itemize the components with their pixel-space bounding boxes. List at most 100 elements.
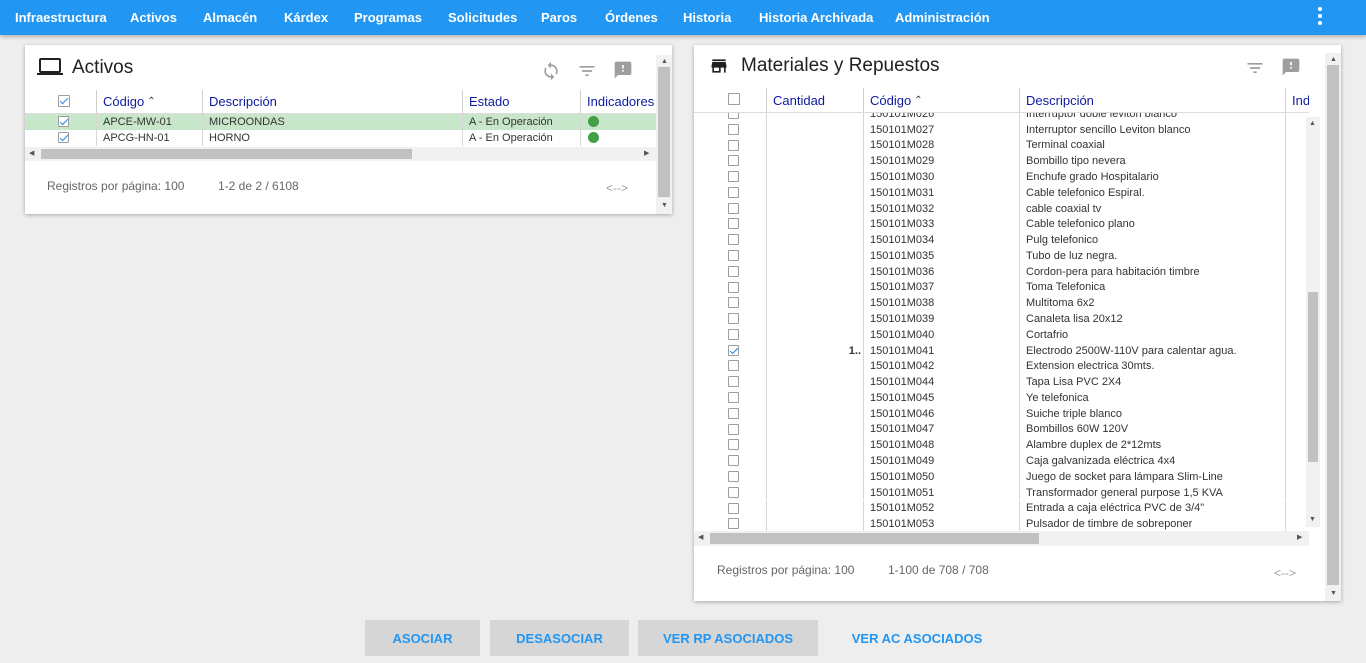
row-checkbox[interactable] bbox=[728, 376, 739, 388]
table-row[interactable]: 150101M042 Extension electrica 30mts. bbox=[694, 358, 1291, 375]
expand-icon[interactable]: <--> bbox=[606, 181, 628, 195]
nav-kardex[interactable]: Kárdex bbox=[284, 0, 328, 35]
materiales-horizontal-scrollbar[interactable]: ◀ ▶ bbox=[694, 531, 1309, 546]
table-row[interactable]: 150101M049 Caja galvanizada eléctrica 4x4 bbox=[694, 453, 1291, 469]
row-checkbox[interactable] bbox=[728, 439, 739, 451]
materiales-inner-vertical-scrollbar[interactable]: ▲ ▼ bbox=[1306, 117, 1320, 527]
row-checkbox[interactable] bbox=[728, 455, 739, 467]
row-checkbox[interactable] bbox=[728, 139, 739, 151]
table-row[interactable]: 150101M046 Suiche triple blanco bbox=[694, 405, 1291, 422]
scroll-down-icon[interactable]: ▼ bbox=[1309, 515, 1316, 525]
row-checkbox[interactable] bbox=[728, 407, 739, 419]
scroll-right-icon[interactable]: ▶ bbox=[1297, 533, 1302, 543]
table-row[interactable]: 150101M044 Tapa Lisa PVC 2X4 bbox=[694, 374, 1291, 391]
activos-vertical-scrollbar[interactable]: ▲ ▼ bbox=[656, 55, 672, 214]
scroll-up-icon[interactable]: ▲ bbox=[1309, 119, 1316, 129]
row-checkbox[interactable] bbox=[58, 116, 69, 127]
materiales-vertical-scrollbar[interactable]: ▲ ▼ bbox=[1325, 53, 1341, 601]
row-checkbox[interactable] bbox=[58, 132, 69, 143]
table-row[interactable]: 150101M026 Interruptor doble leviton bla… bbox=[694, 113, 1291, 122]
nav-historia-archivada[interactable]: Historia Archivada bbox=[759, 0, 873, 35]
table-row[interactable]: 150101M034 Pulg telefonico bbox=[694, 232, 1291, 248]
row-checkbox[interactable] bbox=[728, 423, 739, 435]
table-row[interactable]: 150101M051 Transformador general purpose … bbox=[694, 484, 1291, 501]
ver-ac-asociados-button[interactable]: VER AC ASOCIADOS bbox=[832, 620, 1002, 656]
table-row[interactable]: 150101M033 Cable telefonico plano bbox=[694, 216, 1291, 233]
sync-icon[interactable] bbox=[541, 61, 561, 81]
nav-almacen[interactable]: Almacén bbox=[203, 0, 257, 35]
row-checkbox[interactable] bbox=[728, 123, 739, 135]
table-row[interactable]: 150101M047 Bombillos 60W 120V bbox=[694, 421, 1291, 438]
scrollbar-thumb[interactable] bbox=[710, 533, 1039, 544]
row-checkbox[interactable] bbox=[728, 297, 739, 309]
records-per-page[interactable]: Registros por página: 100 bbox=[47, 179, 184, 193]
table-row[interactable]: 150101M038 Multitoma 6x2 bbox=[694, 295, 1291, 312]
column-header-cantidad[interactable]: Cantidad bbox=[766, 88, 863, 112]
column-header-indicadores[interactable]: Ind bbox=[1285, 88, 1309, 112]
table-row[interactable]: 150101M031 Cable telefonico Espiral. bbox=[694, 184, 1291, 201]
row-checkbox[interactable] bbox=[728, 344, 739, 356]
filter-icon[interactable] bbox=[577, 61, 597, 81]
row-checkbox[interactable] bbox=[728, 313, 739, 325]
asociar-button[interactable]: ASOCIAR bbox=[365, 620, 480, 656]
scrollbar-thumb[interactable] bbox=[1308, 292, 1318, 462]
table-row[interactable]: 1.. 150101M041 Electrodo 2500W-110V para c… bbox=[694, 342, 1291, 359]
row-checkbox[interactable] bbox=[728, 234, 739, 246]
table-row[interactable]: 150101M032 cable coaxial tv bbox=[694, 200, 1291, 217]
column-header-descripcion[interactable]: Descripción bbox=[202, 90, 462, 113]
select-all-checkbox[interactable] bbox=[58, 95, 70, 107]
table-row[interactable]: 150101M036 Cordon-pera para habitación ti… bbox=[694, 263, 1291, 280]
row-checkbox[interactable] bbox=[728, 186, 739, 198]
column-header-descripcion[interactable]: Descripción bbox=[1019, 88, 1285, 112]
scroll-right-icon[interactable]: ▶ bbox=[644, 149, 649, 159]
table-row[interactable]: 150101M037 Toma Telefonica bbox=[694, 279, 1291, 296]
nav-infraestructura[interactable]: Infraestructura bbox=[15, 0, 107, 35]
table-row[interactable]: 150101M030 Enchufe grado Hospitalario bbox=[694, 169, 1291, 185]
row-checkbox[interactable] bbox=[728, 328, 739, 340]
table-row[interactable]: 150101M052 Entrada a caja eléctrica PVC d… bbox=[694, 500, 1291, 517]
nav-ordenes[interactable]: Órdenes bbox=[605, 0, 658, 35]
row-checkbox[interactable] bbox=[728, 281, 739, 293]
scroll-up-icon[interactable]: ▲ bbox=[1330, 55, 1337, 65]
row-checkbox[interactable] bbox=[728, 171, 739, 183]
expand-icon[interactable]: <--> bbox=[1274, 566, 1296, 580]
filter-icon[interactable] bbox=[1245, 58, 1265, 78]
scroll-down-icon[interactable]: ▼ bbox=[661, 201, 668, 211]
column-header-codigo[interactable]: Código ⌃ bbox=[863, 88, 1019, 112]
row-checkbox[interactable] bbox=[728, 265, 739, 277]
row-checkbox[interactable] bbox=[728, 392, 739, 404]
scrollbar-thumb[interactable] bbox=[1327, 65, 1339, 585]
ver-rp-asociados-button[interactable]: VER RP ASOCIADOS bbox=[638, 620, 818, 656]
scrollbar-thumb[interactable] bbox=[41, 149, 412, 159]
column-header-estado[interactable]: Estado bbox=[462, 90, 580, 113]
row-checkbox[interactable] bbox=[728, 470, 739, 482]
nav-paros[interactable]: Paros bbox=[541, 0, 577, 35]
table-row[interactable]: 150101M035 Tubo de luz negra. bbox=[694, 248, 1291, 264]
nav-programas[interactable]: Programas bbox=[354, 0, 422, 35]
row-checkbox[interactable] bbox=[728, 113, 739, 119]
scroll-left-icon[interactable]: ◀ bbox=[698, 533, 703, 543]
nav-activos[interactable]: Activos bbox=[130, 0, 177, 35]
column-header-codigo[interactable]: Código ⌃ bbox=[96, 90, 202, 113]
nav-solicitudes[interactable]: Solicitudes bbox=[448, 0, 517, 35]
table-row[interactable]: 150101M040 Cortafrio bbox=[694, 326, 1291, 343]
row-checkbox[interactable] bbox=[728, 218, 739, 230]
row-checkbox[interactable] bbox=[728, 250, 739, 262]
scroll-left-icon[interactable]: ◀ bbox=[29, 149, 34, 159]
table-row[interactable]: 150101M048 Alambre duplex de 2*12mts bbox=[694, 437, 1291, 454]
table-row[interactable]: 150101M050 Juego de socket para lámpara S… bbox=[694, 468, 1291, 485]
nav-historia[interactable]: Historia bbox=[683, 0, 731, 35]
table-row[interactable]: 150101M045 Ye telefonica bbox=[694, 390, 1291, 406]
scrollbar-thumb[interactable] bbox=[658, 67, 670, 197]
row-checkbox[interactable] bbox=[728, 518, 739, 530]
row-checkbox[interactable] bbox=[728, 486, 739, 498]
table-row[interactable]: 150101M039 Canaleta lisa 20x12 bbox=[694, 311, 1291, 327]
scroll-down-icon[interactable]: ▼ bbox=[1330, 589, 1337, 599]
row-checkbox[interactable] bbox=[728, 202, 739, 214]
activos-horizontal-scrollbar[interactable]: ◀ ▶ bbox=[25, 147, 656, 161]
scroll-up-icon[interactable]: ▲ bbox=[661, 57, 668, 67]
table-row[interactable]: APCG-HN-01 HORNO A - En Operación bbox=[25, 130, 656, 146]
table-row[interactable]: 150101M029 Bombillo tipo nevera bbox=[694, 153, 1291, 170]
column-header-indicadores[interactable]: Indicadores bbox=[580, 90, 656, 113]
feedback-icon[interactable] bbox=[613, 60, 633, 80]
